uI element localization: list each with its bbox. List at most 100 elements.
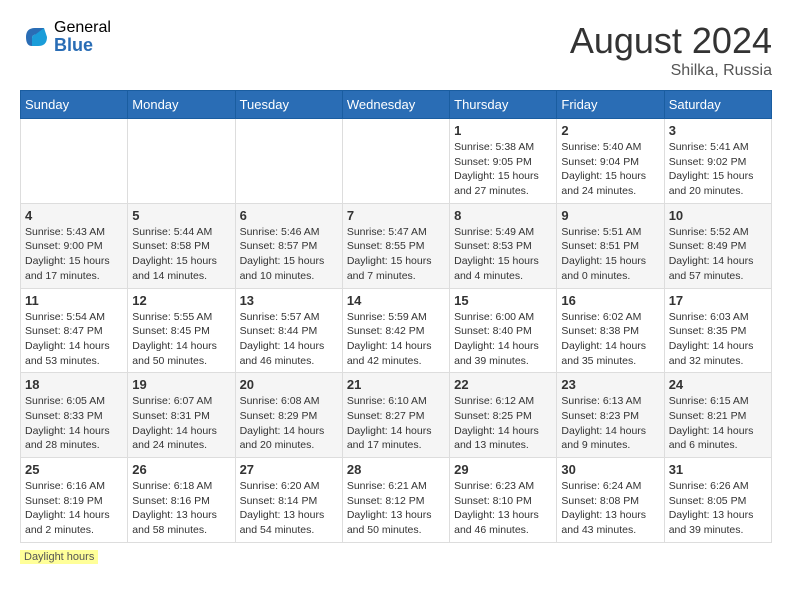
header-day: Tuesday bbox=[235, 91, 342, 119]
day-number: 3 bbox=[669, 123, 767, 138]
header-day: Thursday bbox=[450, 91, 557, 119]
day-number: 30 bbox=[561, 462, 659, 477]
day-number: 29 bbox=[454, 462, 552, 477]
day-number: 25 bbox=[25, 462, 123, 477]
header-day: Sunday bbox=[21, 91, 128, 119]
day-number: 15 bbox=[454, 293, 552, 308]
logo-text: General Blue bbox=[54, 20, 111, 54]
day-number: 18 bbox=[25, 377, 123, 392]
day-number: 9 bbox=[561, 208, 659, 223]
day-number: 22 bbox=[454, 377, 552, 392]
calendar-cell: 1 Sunrise: 5:38 AM Sunset: 9:05 PM Daylig… bbox=[450, 119, 557, 204]
calendar-cell: 29 Sunrise: 6:23 AM Sunset: 8:10 PM Dayli… bbox=[450, 458, 557, 543]
day-number: 6 bbox=[240, 208, 338, 223]
day-info: Sunrise: 6:16 AM Sunset: 8:19 PM Dayligh… bbox=[25, 479, 123, 538]
day-info: Sunrise: 6:00 AM Sunset: 8:40 PM Dayligh… bbox=[454, 310, 552, 369]
day-number: 26 bbox=[132, 462, 230, 477]
header-day: Monday bbox=[128, 91, 235, 119]
day-info: Sunrise: 5:52 AM Sunset: 8:49 PM Dayligh… bbox=[669, 225, 767, 284]
day-info: Sunrise: 5:41 AM Sunset: 9:02 PM Dayligh… bbox=[669, 140, 767, 199]
day-number: 8 bbox=[454, 208, 552, 223]
calendar-cell: 9Sunrise: 5:51 AM Sunset: 8:51 PM Daylig… bbox=[557, 203, 664, 288]
day-number: 19 bbox=[132, 377, 230, 392]
calendar-cell: 25 Sunrise: 6:16 AM Sunset: 8:19 PM Dayli… bbox=[21, 458, 128, 543]
day-info: Sunrise: 6:23 AM Sunset: 8:10 PM Dayligh… bbox=[454, 479, 552, 538]
day-info: Sunrise: 5:40 AM Sunset: 9:04 PM Dayligh… bbox=[561, 140, 659, 199]
calendar-cell bbox=[342, 119, 449, 204]
day-info: Sunrise: 6:02 AM Sunset: 8:38 PM Dayligh… bbox=[561, 310, 659, 369]
calendar-cell: 22 Sunrise: 6:12 AM Sunset: 8:25 PM Dayli… bbox=[450, 373, 557, 458]
calendar-cell: 5 Sunrise: 5:44 AM Sunset: 8:58 PM Daylig… bbox=[128, 203, 235, 288]
day-info: Sunrise: 5:43 AM Sunset: 9:00 PM Dayligh… bbox=[25, 225, 123, 284]
header-day: Saturday bbox=[664, 91, 771, 119]
calendar-cell: 11Sunrise: 5:54 AM Sunset: 8:47 PM Dayli… bbox=[21, 288, 128, 373]
day-info: Sunrise: 5:46 AM Sunset: 8:57 PM Dayligh… bbox=[240, 225, 338, 284]
calendar-cell: 10 Sunrise: 5:52 AM Sunset: 8:49 PM Dayli… bbox=[664, 203, 771, 288]
calendar-week: 4Sunrise: 5:43 AM Sunset: 9:00 PM Daylig… bbox=[21, 203, 772, 288]
day-info: Sunrise: 5:47 AM Sunset: 8:55 PM Dayligh… bbox=[347, 225, 445, 284]
day-number: 10 bbox=[669, 208, 767, 223]
header-row: SundayMondayTuesdayWednesdayThursdayFrid… bbox=[21, 91, 772, 119]
footer: Daylight hours bbox=[20, 551, 772, 563]
calendar-cell: 15 Sunrise: 6:00 AM Sunset: 8:40 PM Dayli… bbox=[450, 288, 557, 373]
page-header: General Blue August 2024 Shilka, Russia bbox=[20, 20, 772, 80]
calendar-cell: 21Sunrise: 6:10 AM Sunset: 8:27 PM Dayli… bbox=[342, 373, 449, 458]
day-info: Sunrise: 6:18 AM Sunset: 8:16 PM Dayligh… bbox=[132, 479, 230, 538]
calendar-cell: 24 Sunrise: 6:15 AM Sunset: 8:21 PM Dayli… bbox=[664, 373, 771, 458]
location: Shilka, Russia bbox=[570, 62, 772, 80]
day-number: 14 bbox=[347, 293, 445, 308]
day-info: Sunrise: 5:55 AM Sunset: 8:45 PM Dayligh… bbox=[132, 310, 230, 369]
calendar-cell: 31Sunrise: 6:26 AM Sunset: 8:05 PM Dayli… bbox=[664, 458, 771, 543]
day-info: Sunrise: 6:07 AM Sunset: 8:31 PM Dayligh… bbox=[132, 394, 230, 453]
day-number: 13 bbox=[240, 293, 338, 308]
calendar-cell: 2 Sunrise: 5:40 AM Sunset: 9:04 PM Daylig… bbox=[557, 119, 664, 204]
calendar-cell: 8Sunrise: 5:49 AM Sunset: 8:53 PM Daylig… bbox=[450, 203, 557, 288]
title-area: August 2024 Shilka, Russia bbox=[570, 20, 772, 80]
calendar-cell: 12Sunrise: 5:55 AM Sunset: 8:45 PM Dayli… bbox=[128, 288, 235, 373]
calendar-cell: 17Sunrise: 6:03 AM Sunset: 8:35 PM Dayli… bbox=[664, 288, 771, 373]
day-number: 20 bbox=[240, 377, 338, 392]
day-info: Sunrise: 5:38 AM Sunset: 9:05 PM Dayligh… bbox=[454, 140, 552, 199]
calendar-cell: 14 Sunrise: 5:59 AM Sunset: 8:42 PM Dayli… bbox=[342, 288, 449, 373]
month-year: August 2024 bbox=[570, 20, 772, 62]
daylight-label: Daylight hours bbox=[20, 550, 98, 564]
calendar-cell: 16 Sunrise: 6:02 AM Sunset: 8:38 PM Dayli… bbox=[557, 288, 664, 373]
logo: General Blue bbox=[20, 20, 111, 54]
calendar-cell: 13 Sunrise: 5:57 AM Sunset: 8:44 PM Dayli… bbox=[235, 288, 342, 373]
day-info: Sunrise: 6:24 AM Sunset: 8:08 PM Dayligh… bbox=[561, 479, 659, 538]
day-info: Sunrise: 5:59 AM Sunset: 8:42 PM Dayligh… bbox=[347, 310, 445, 369]
day-info: Sunrise: 6:10 AM Sunset: 8:27 PM Dayligh… bbox=[347, 394, 445, 453]
day-number: 2 bbox=[561, 123, 659, 138]
calendar-cell: 30 Sunrise: 6:24 AM Sunset: 8:08 PM Dayli… bbox=[557, 458, 664, 543]
calendar-cell: 23 Sunrise: 6:13 AM Sunset: 8:23 PM Dayli… bbox=[557, 373, 664, 458]
day-number: 1 bbox=[454, 123, 552, 138]
day-number: 23 bbox=[561, 377, 659, 392]
calendar-cell bbox=[128, 119, 235, 204]
day-info: Sunrise: 6:20 AM Sunset: 8:14 PM Dayligh… bbox=[240, 479, 338, 538]
header-day: Friday bbox=[557, 91, 664, 119]
day-info: Sunrise: 5:57 AM Sunset: 8:44 PM Dayligh… bbox=[240, 310, 338, 369]
day-info: Sunrise: 5:44 AM Sunset: 8:58 PM Dayligh… bbox=[132, 225, 230, 284]
calendar-week: 1 Sunrise: 5:38 AM Sunset: 9:05 PM Daylig… bbox=[21, 119, 772, 204]
calendar-table: SundayMondayTuesdayWednesdayThursdayFrid… bbox=[20, 90, 772, 543]
calendar-cell: 26 Sunrise: 6:18 AM Sunset: 8:16 PM Dayli… bbox=[128, 458, 235, 543]
day-info: Sunrise: 6:05 AM Sunset: 8:33 PM Dayligh… bbox=[25, 394, 123, 453]
calendar-cell bbox=[21, 119, 128, 204]
calendar-cell: 28Sunrise: 6:21 AM Sunset: 8:12 PM Dayli… bbox=[342, 458, 449, 543]
day-number: 5 bbox=[132, 208, 230, 223]
calendar-cell: 18 Sunrise: 6:05 AM Sunset: 8:33 PM Dayli… bbox=[21, 373, 128, 458]
day-info: Sunrise: 6:26 AM Sunset: 8:05 PM Dayligh… bbox=[669, 479, 767, 538]
day-info: Sunrise: 6:13 AM Sunset: 8:23 PM Dayligh… bbox=[561, 394, 659, 453]
logo-icon bbox=[20, 22, 50, 52]
day-info: Sunrise: 6:12 AM Sunset: 8:25 PM Dayligh… bbox=[454, 394, 552, 453]
day-info: Sunrise: 6:08 AM Sunset: 8:29 PM Dayligh… bbox=[240, 394, 338, 453]
calendar-cell: 19 Sunrise: 6:07 AM Sunset: 8:31 PM Dayli… bbox=[128, 373, 235, 458]
day-number: 16 bbox=[561, 293, 659, 308]
calendar-week: 18 Sunrise: 6:05 AM Sunset: 8:33 PM Dayli… bbox=[21, 373, 772, 458]
day-info: Sunrise: 5:54 AM Sunset: 8:47 PM Dayligh… bbox=[25, 310, 123, 369]
logo-blue: Blue bbox=[54, 36, 111, 54]
calendar-cell: 27Sunrise: 6:20 AM Sunset: 8:14 PM Dayli… bbox=[235, 458, 342, 543]
calendar-cell bbox=[235, 119, 342, 204]
day-info: Sunrise: 6:15 AM Sunset: 8:21 PM Dayligh… bbox=[669, 394, 767, 453]
day-number: 24 bbox=[669, 377, 767, 392]
